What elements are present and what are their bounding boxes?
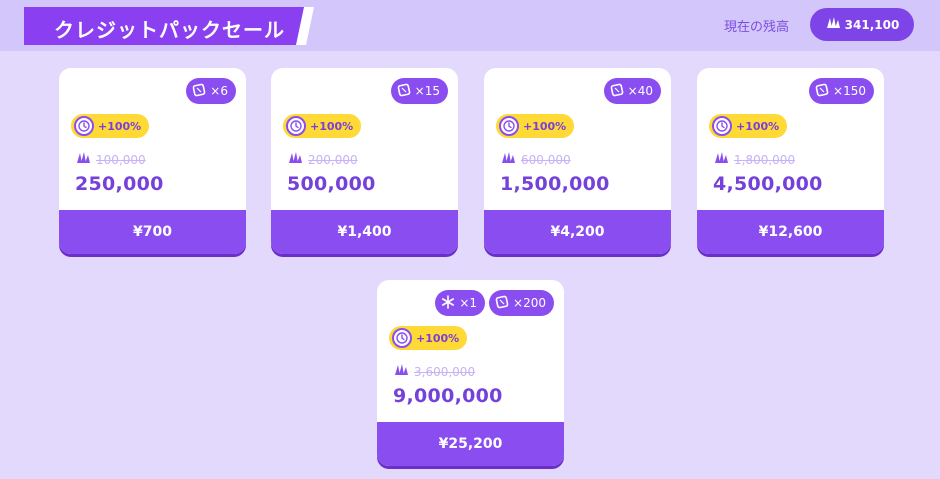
buy-button[interactable]: ¥1,400 (271, 210, 458, 254)
badge-count: ×40 (627, 84, 653, 98)
bonus-text: +100% (416, 331, 460, 345)
crystal-icon (500, 150, 516, 169)
ticket-icon (397, 83, 411, 100)
clock-icon (392, 328, 412, 348)
bonus-text: +100% (523, 119, 567, 133)
bonus-text: +100% (310, 119, 354, 133)
balance-display: 341,100 (810, 8, 914, 41)
ticket-icon (815, 83, 829, 100)
item-badge: ×1 (435, 290, 486, 316)
badge-row: ×15 (390, 78, 448, 104)
old-amount-row: 3,600,000 (393, 362, 475, 381)
crystal-icon (287, 150, 303, 169)
item-badge: ×40 (603, 78, 661, 104)
bonus-text: +100% (98, 119, 142, 133)
old-amount: 3,600,000 (414, 364, 476, 379)
old-amount-row: 200,000 (287, 150, 358, 169)
badge-count: ×1 (459, 296, 478, 310)
new-amount: 9,000,000 (393, 385, 503, 407)
bonus-tag: +100% (496, 114, 575, 138)
old-amount-row: 1,800,000 (713, 150, 795, 169)
pack-card[interactable]: ×1 ×200 +100% 3,600,000 9,000,000 ¥25,20… (377, 280, 564, 466)
badge-count: ×15 (414, 84, 440, 98)
pack-card[interactable]: ×15 +100% 200,000 500,000 ¥1,400 (271, 68, 458, 254)
bonus-tag: +100% (709, 114, 788, 138)
old-amount: 200,000 (308, 152, 358, 167)
ticket-icon (495, 295, 509, 312)
crystal-icon (393, 362, 409, 381)
crystal-icon (75, 150, 91, 169)
old-amount: 600,000 (521, 152, 571, 167)
pack-card[interactable]: ×6 +100% 100,000 250,000 ¥700 (59, 68, 246, 254)
badge-count: ×150 (833, 84, 866, 98)
bonus-tag: +100% (283, 114, 362, 138)
buy-button[interactable]: ¥25,200 (377, 422, 564, 466)
item-badge: ×15 (390, 78, 448, 104)
crystal-icon (713, 150, 729, 169)
new-amount: 4,500,000 (713, 173, 823, 195)
ticket-icon (610, 83, 624, 100)
old-amount-row: 600,000 (500, 150, 571, 169)
item-badge: ×6 (186, 78, 236, 104)
crystal-icon (825, 16, 841, 33)
old-amount: 1,800,000 (734, 152, 796, 167)
old-amount: 100,000 (96, 152, 146, 167)
badge-row: ×150 (809, 78, 874, 104)
clock-icon (74, 116, 94, 136)
clock-icon (499, 116, 519, 136)
title-banner: クレジットパックセール (24, 7, 314, 45)
page-title: クレジットパックセール (54, 18, 285, 42)
badge-row: ×40 (603, 78, 661, 104)
badge-count: ×6 (210, 84, 228, 98)
bonus-tag: +100% (389, 326, 468, 350)
top-bar: クレジットパックセール 現在の残高 341,100 (0, 0, 940, 51)
pack-card[interactable]: ×150 +100% 1,800,000 4,500,000 ¥12,600 (697, 68, 884, 254)
new-amount: 1,500,000 (500, 173, 610, 195)
buy-button[interactable]: ¥4,200 (484, 210, 671, 254)
ticket-icon (192, 83, 206, 100)
item-badge: ×200 (489, 290, 554, 316)
balance-value: 341,100 (844, 17, 900, 32)
bonus-text: +100% (736, 119, 780, 133)
snowflake-icon (441, 294, 455, 312)
pack-card[interactable]: ×40 +100% 600,000 1,500,000 ¥4,200 (484, 68, 671, 254)
new-amount: 250,000 (75, 173, 164, 195)
balance-label: 現在の残高 (724, 20, 790, 35)
item-badge: ×150 (809, 78, 874, 104)
clock-icon (286, 116, 306, 136)
badge-row: ×1 ×200 (435, 290, 554, 316)
old-amount-row: 100,000 (75, 150, 146, 169)
badge-row: ×6 (186, 78, 236, 104)
buy-button[interactable]: ¥700 (59, 210, 246, 254)
clock-icon (712, 116, 732, 136)
badge-count: ×200 (513, 296, 546, 310)
buy-button[interactable]: ¥12,600 (697, 210, 884, 254)
bonus-tag: +100% (71, 114, 150, 138)
new-amount: 500,000 (287, 173, 376, 195)
